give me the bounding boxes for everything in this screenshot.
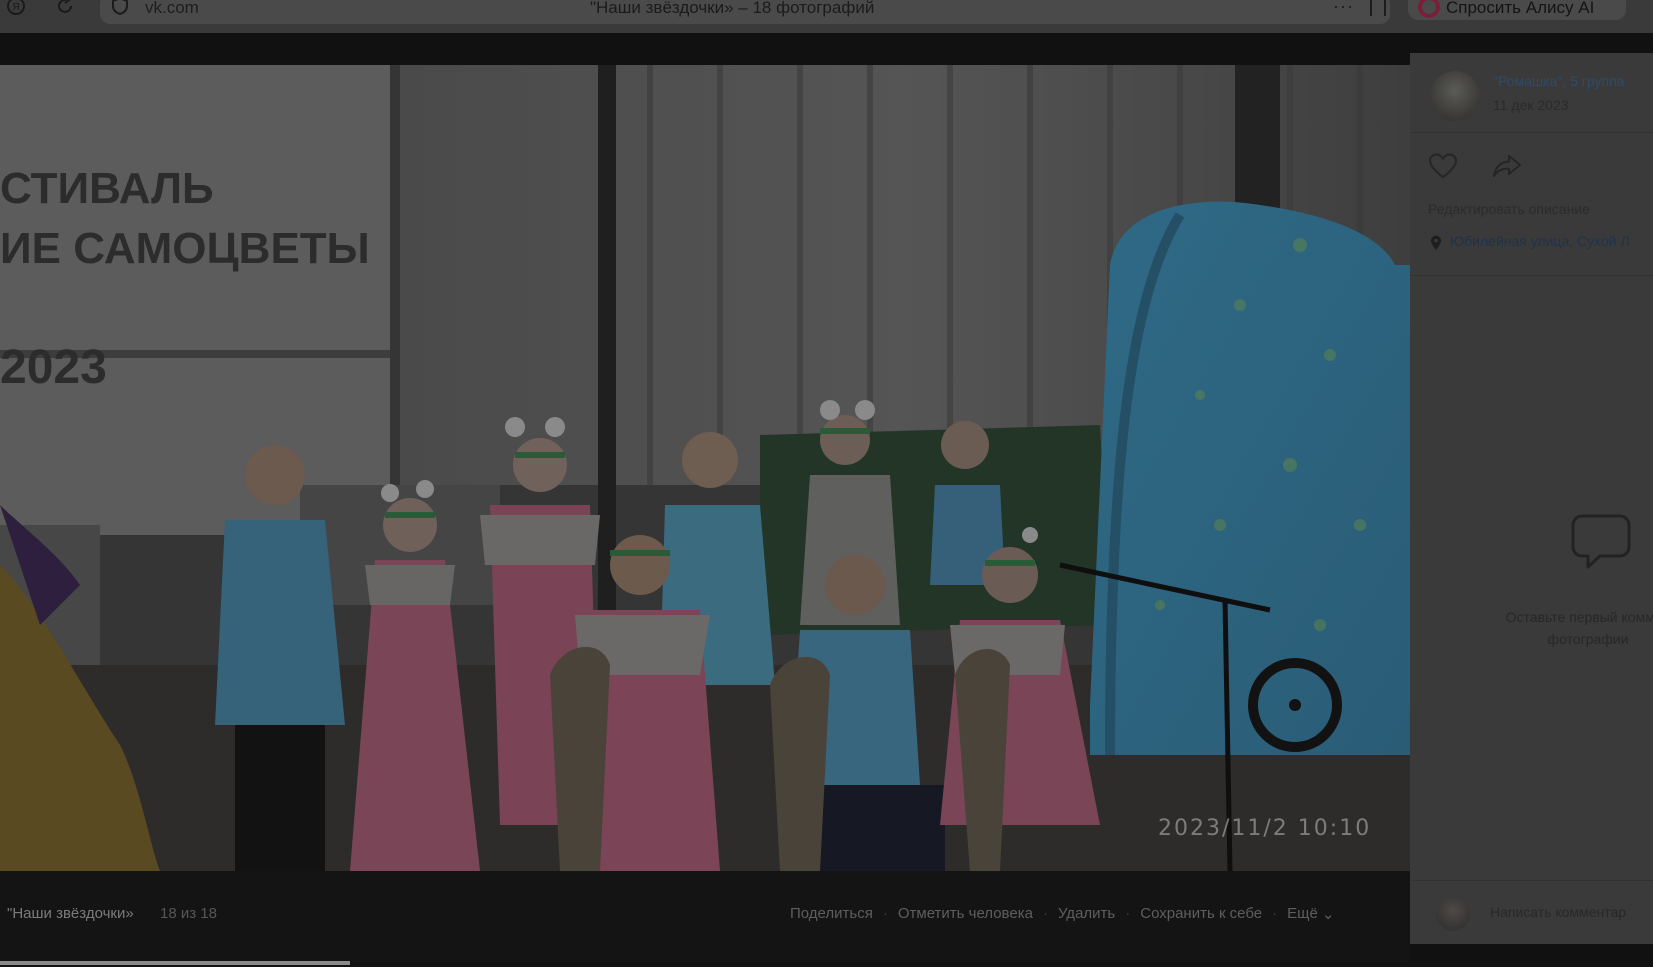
location-link[interactable]: Юбилейная улица, Сухой Л xyxy=(1450,233,1630,249)
comment-input[interactable]: Написать комментар xyxy=(1490,904,1626,920)
empty-comments-text: Оставьте первый коммен фотографии xyxy=(1458,606,1653,650)
share-icon[interactable] xyxy=(1492,153,1522,184)
bookmark-icon[interactable] xyxy=(1370,0,1386,16)
like-icon[interactable] xyxy=(1428,153,1458,184)
save-to-self-link[interactable]: Сохранить к себе xyxy=(1140,905,1262,923)
banner-line1: СТИВАЛЬ xyxy=(0,164,214,213)
comment-bubble-icon xyxy=(1570,513,1632,576)
edit-description-link[interactable]: Редактировать описание xyxy=(1428,201,1590,217)
yandex-icon[interactable]: Я xyxy=(6,0,26,18)
group-avatar[interactable] xyxy=(1430,71,1480,121)
reload-icon[interactable] xyxy=(56,0,76,18)
group-name-link[interactable]: "Ромашка", 5 группа xyxy=(1493,73,1624,89)
tag-person-link[interactable]: Отметить человека xyxy=(898,905,1033,923)
divider xyxy=(1410,275,1653,276)
empty-comments-line1: Оставьте первый коммен xyxy=(1505,609,1653,625)
separator: · xyxy=(1272,905,1278,922)
empty-comments-line2: фотографии xyxy=(1547,631,1629,647)
user-avatar xyxy=(1436,897,1470,931)
photo[interactable]: СТИВАЛЬ ИЕ САМОЦВЕТЫ 2023 xyxy=(0,65,1410,871)
browser-toolbar: Я vk.com "Наши звёздочки» – 18 фотографи… xyxy=(0,0,1653,33)
shield-icon xyxy=(112,0,128,18)
page-title: "Наши звёздочки» – 18 фотографий xyxy=(590,0,875,17)
photo-timestamp: 2023/11/2 10:10 xyxy=(1158,816,1372,841)
chevron-down-icon[interactable]: ⌄ xyxy=(1318,905,1335,923)
album-name-link[interactable]: "Наши звёздочки» xyxy=(7,905,134,922)
separator: · xyxy=(1042,905,1048,922)
post-date: 11 дек 2023 xyxy=(1493,97,1569,113)
svg-text:Я: Я xyxy=(12,2,19,13)
banner-year: 2023 xyxy=(0,341,107,394)
separator: · xyxy=(1125,905,1131,922)
horizontal-scrollbar[interactable] xyxy=(0,961,350,965)
photo-info-panel: "Ромашка", 5 группа 11 дек 2023 Редактир… xyxy=(1410,53,1653,944)
ask-alice-label: Спросить Алису AI xyxy=(1446,0,1595,17)
banner-line2: ИЕ САМОЦВЕТЫ xyxy=(0,224,370,273)
more-icon[interactable]: ··· xyxy=(1333,0,1354,17)
separator: · xyxy=(882,905,888,922)
delete-link[interactable]: Удалить xyxy=(1058,905,1115,923)
photo-image: СТИВАЛЬ ИЕ САМОЦВЕТЫ 2023 xyxy=(0,65,1410,871)
url-text[interactable]: vk.com xyxy=(145,0,199,18)
share-link[interactable]: Поделиться xyxy=(790,905,873,923)
photo-actions: Поделиться · Отметить человека · Удалить… xyxy=(790,905,1334,923)
more-menu-link[interactable]: Ещё xyxy=(1287,905,1318,923)
photo-counter: 18 из 18 xyxy=(160,905,217,922)
location-pin-icon xyxy=(1430,235,1442,256)
